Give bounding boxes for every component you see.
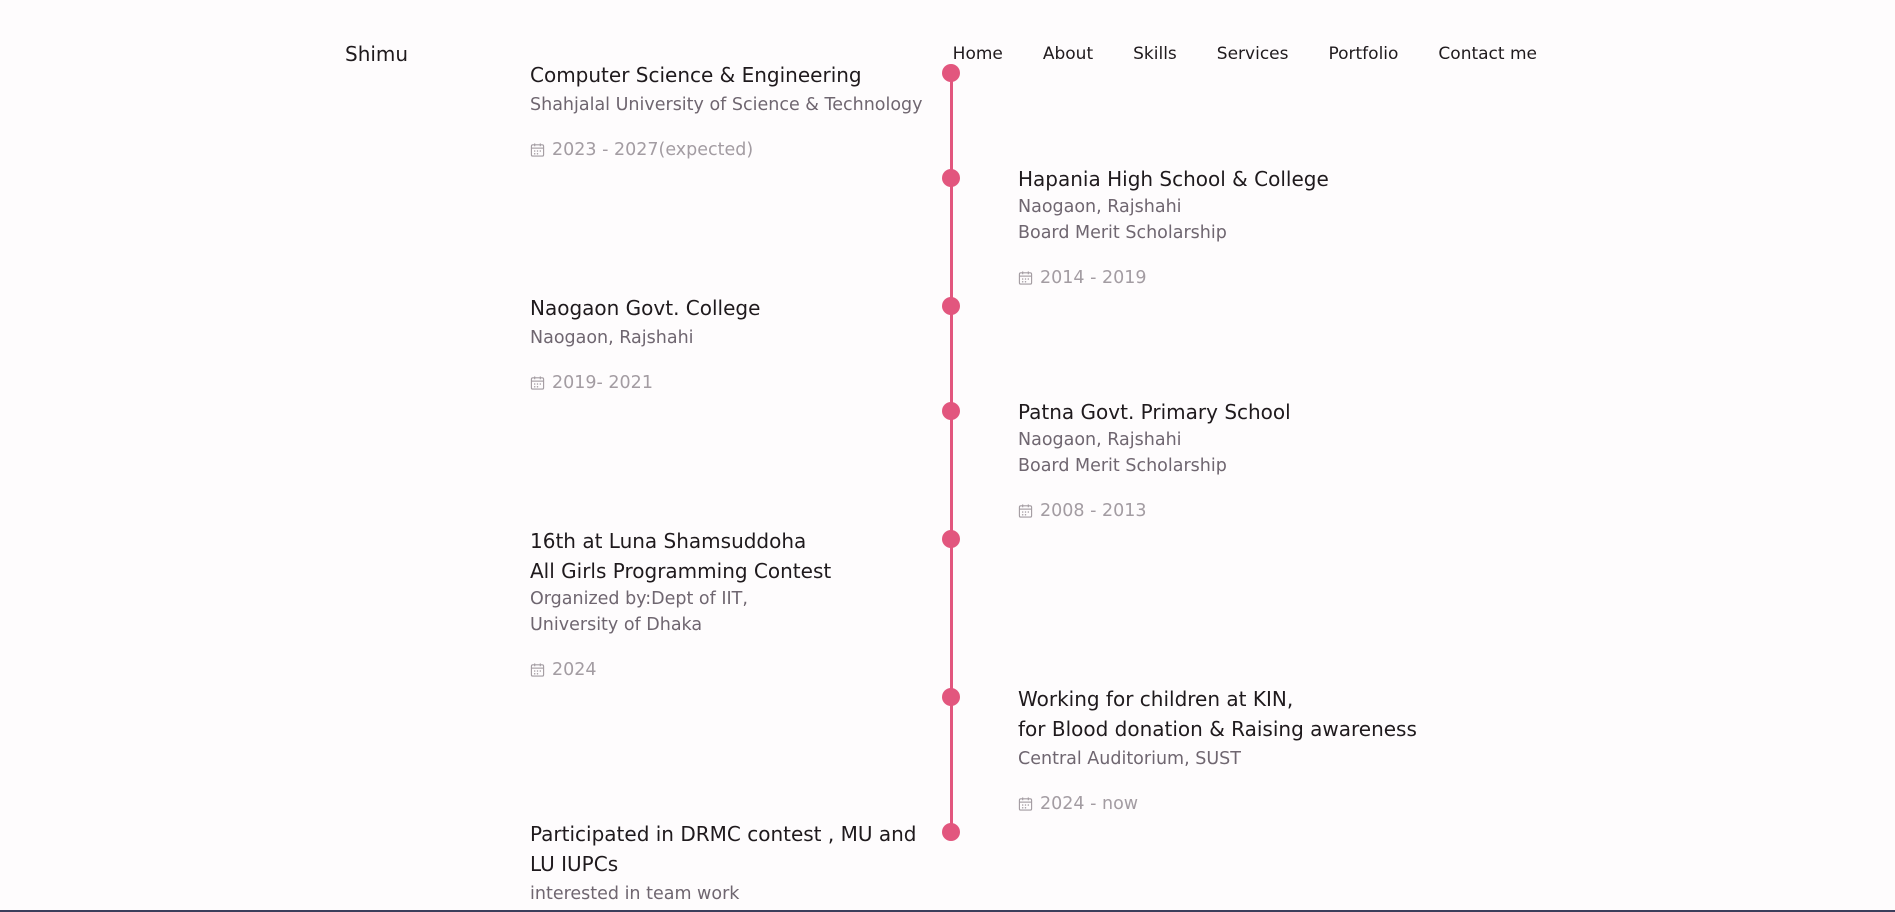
nav-services[interactable]: Services — [1217, 44, 1289, 64]
timeline-dot — [942, 402, 960, 420]
item-subtitle: Central Auditorium, SUST — [1018, 749, 1241, 769]
item-title: LU IUPCs — [530, 852, 619, 876]
item-subtitle: Board Merit Scholarship — [1018, 223, 1227, 243]
item-subtitle: University of Dhaka — [530, 615, 703, 635]
item-title: 16th at Luna Shamsuddoha — [530, 529, 807, 553]
date-text: 2008 - 2013 — [1040, 501, 1147, 521]
nav-portfolio[interactable]: Portfolio — [1328, 44, 1398, 64]
calendar-icon — [530, 143, 545, 157]
timeline-dot — [942, 169, 960, 187]
item-title: Hapania High School & College — [1018, 167, 1329, 191]
calendar-icon — [1018, 504, 1033, 518]
timeline-item: Patna Govt. Primary School Naogaon, Rajs… — [1018, 397, 1458, 524]
date-text: 2014 - 2019 — [1040, 268, 1147, 288]
item-date: 2008 - 2013 — [1018, 498, 1458, 524]
item-subtitle: Board Merit Scholarship — [1018, 456, 1227, 476]
timeline-dot — [942, 297, 960, 315]
date-text: 2019- 2021 — [552, 373, 653, 393]
item-date: 2024 - now — [1018, 791, 1458, 817]
item-date: 2014 - 2019 — [1018, 265, 1458, 291]
item-subtitle: Naogaon, Rajshahi — [1018, 430, 1182, 450]
timeline-item: Working for children at KIN, for Blood d… — [1018, 684, 1458, 817]
date-text: 2024 - now — [1040, 794, 1139, 814]
item-date: 2024 — [530, 657, 940, 683]
item-title: Working for children at KIN, — [1018, 687, 1294, 711]
item-date: 2019- 2021 — [530, 370, 940, 396]
site-logo[interactable]: Shimu — [345, 42, 408, 66]
nav-contact[interactable]: Contact me — [1438, 44, 1537, 64]
timeline-item: Hapania High School & College Naogaon, R… — [1018, 164, 1458, 291]
calendar-icon — [530, 376, 545, 390]
timeline-item: Participated in DRMC contest , MU and LU… — [530, 819, 940, 907]
item-subtitle: Organized by:Dept of IIT, — [530, 589, 748, 609]
item-title: All Girls Programming Contest — [530, 559, 832, 583]
calendar-icon — [1018, 797, 1033, 811]
calendar-icon — [530, 663, 545, 677]
item-date: 2023 - 2027(expected) — [530, 137, 940, 163]
nav-home[interactable]: Home — [953, 44, 1003, 64]
calendar-icon — [1018, 271, 1033, 285]
site-header: Shimu Home About Skills Services Portfol… — [0, 0, 1895, 110]
item-title: Participated in DRMC contest , MU and — [530, 822, 917, 846]
item-title: for Blood donation & Raising awareness — [1018, 717, 1417, 741]
timeline-dot — [942, 688, 960, 706]
date-text: 2023 - 2027(expected) — [552, 140, 754, 160]
timeline-item: Naogaon Govt. College Naogaon, Rajshahi … — [530, 293, 940, 396]
nav-about[interactable]: About — [1043, 44, 1093, 64]
item-title: Naogaon Govt. College — [530, 296, 761, 320]
item-subtitle: Naogaon, Rajshahi — [1018, 197, 1182, 217]
main-nav: Home About Skills Services Portfolio Con… — [953, 44, 1537, 64]
date-text: 2024 — [552, 660, 597, 680]
item-subtitle: interested in team work — [530, 884, 740, 904]
item-subtitle: Naogaon, Rajshahi — [530, 328, 694, 348]
timeline-dot — [942, 530, 960, 548]
nav-skills[interactable]: Skills — [1133, 44, 1177, 64]
item-title: Patna Govt. Primary School — [1018, 400, 1291, 424]
timeline-item: 16th at Luna Shamsuddoha All Girls Progr… — [530, 526, 940, 683]
timeline-dot — [942, 823, 960, 841]
